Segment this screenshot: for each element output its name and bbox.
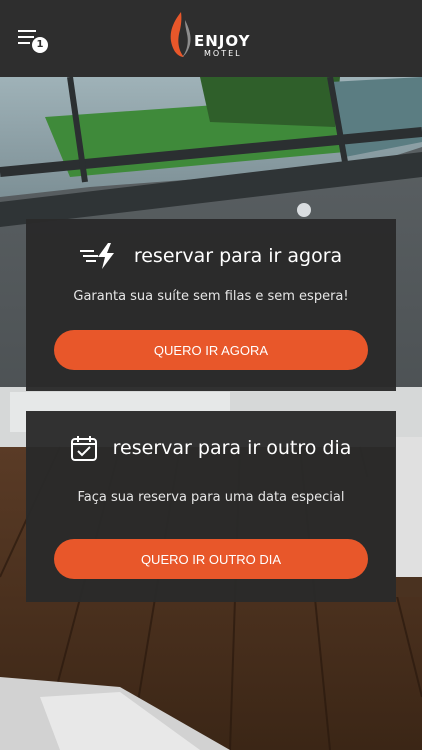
notification-badge: 1 (32, 37, 48, 53)
logo-text: ENJOY (194, 32, 251, 50)
enjoy-motel-logo: ENJOY MOTEL (166, 10, 256, 60)
reserve-now-heading: reservar para ir agora (26, 243, 396, 269)
fast-lightning-icon (79, 243, 114, 269)
reserve-other-day-title: reservar para ir outro dia (112, 437, 352, 459)
go-other-day-button[interactable]: QUERO IR OUTRO DIA (54, 539, 368, 579)
logo-subtext: MOTEL (204, 49, 242, 58)
reserve-now-title: reservar para ir agora (133, 245, 343, 267)
go-now-button[interactable]: QUERO IR AGORA (54, 330, 368, 370)
reserve-now-card: reservar para ir agora Garanta sua suíte… (26, 219, 396, 391)
flame-logo-icon (170, 12, 191, 57)
menu-button[interactable]: 1 (18, 30, 50, 54)
reserve-other-day-card: reservar para ir outro dia Faça sua rese… (26, 411, 396, 602)
calendar-check-icon (70, 436, 97, 461)
reserve-other-day-subtitle: Faça sua reserva para uma data especial (77, 490, 345, 505)
reserve-now-subtitle: Garanta sua suíte sem filas e sem espera… (73, 289, 349, 304)
app-header: 1 ENJOY MOTEL (0, 0, 422, 77)
reserve-other-day-heading: reservar para ir outro dia (26, 435, 396, 461)
